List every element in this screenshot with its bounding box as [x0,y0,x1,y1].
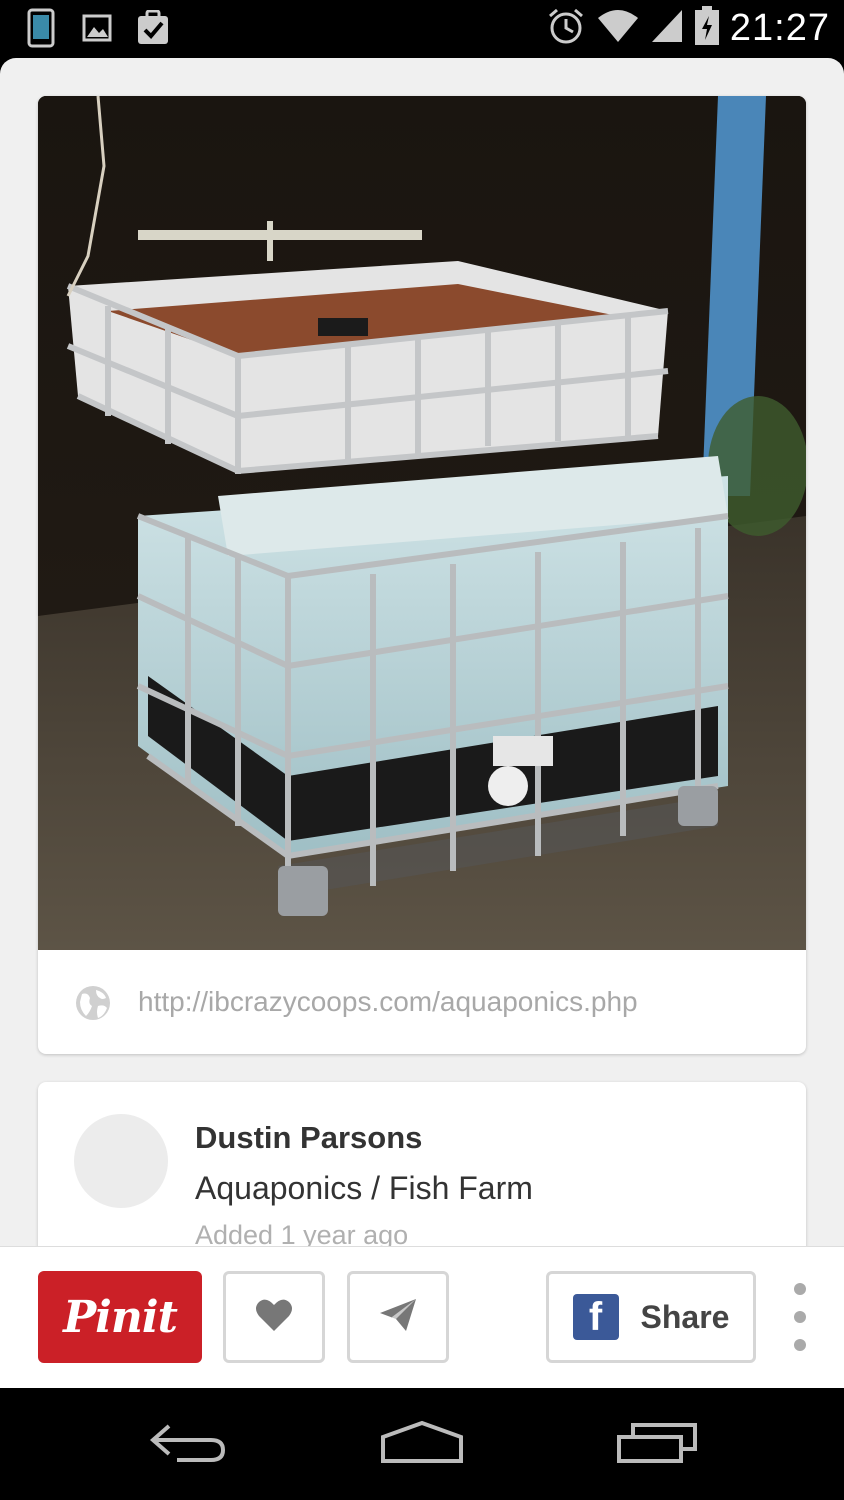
more-options-icon[interactable] [790,1277,810,1357]
signal-icon [650,8,684,48]
back-icon [147,1420,227,1468]
facebook-share-button[interactable]: f Share [546,1271,756,1363]
pin-detail-sheet: http://ibcrazycoops.com/aquaponics.php D… [0,58,844,1388]
recent-apps-button[interactable] [612,1414,702,1474]
pinner-name[interactable]: Dustin Parsons [195,1120,422,1156]
status-clock: 21:27 [729,6,830,49]
pin-card: http://ibcrazycoops.com/aquaponics.php [38,96,806,1054]
notification-icons [24,8,170,48]
board-name[interactable]: Aquaponics / Fish Farm [195,1170,533,1207]
source-link[interactable]: http://ibcrazycoops.com/aquaponics.php [38,950,806,1054]
pin-it-button[interactable]: Pinit [38,1271,202,1363]
recent-apps-icon [615,1419,699,1469]
heart-icon [255,1298,293,1336]
pin-image[interactable] [38,96,806,950]
share-label: Share [640,1298,730,1335]
home-icon [379,1419,465,1469]
image-icon [80,8,114,48]
alarm-icon [546,6,586,50]
like-button[interactable] [223,1271,325,1363]
wifi-icon [596,8,640,48]
battery-icon [694,6,720,50]
globe-icon [74,984,112,1022]
send-button[interactable] [347,1271,449,1363]
pin-it-label: Pinit [63,1291,178,1343]
paper-plane-icon [378,1297,418,1337]
home-button[interactable] [377,1414,467,1474]
task-icon [136,8,170,48]
source-url[interactable]: http://ibcrazycoops.com/aquaponics.php [138,986,638,1018]
facebook-icon: f [572,1294,619,1340]
avatar[interactable] [74,1114,168,1208]
status-bar: 21:27 [0,0,844,58]
phone-icon [24,8,58,48]
action-bar: Pinit f Share [0,1246,844,1388]
navigation-bar [0,1388,844,1500]
back-button[interactable] [142,1414,232,1474]
